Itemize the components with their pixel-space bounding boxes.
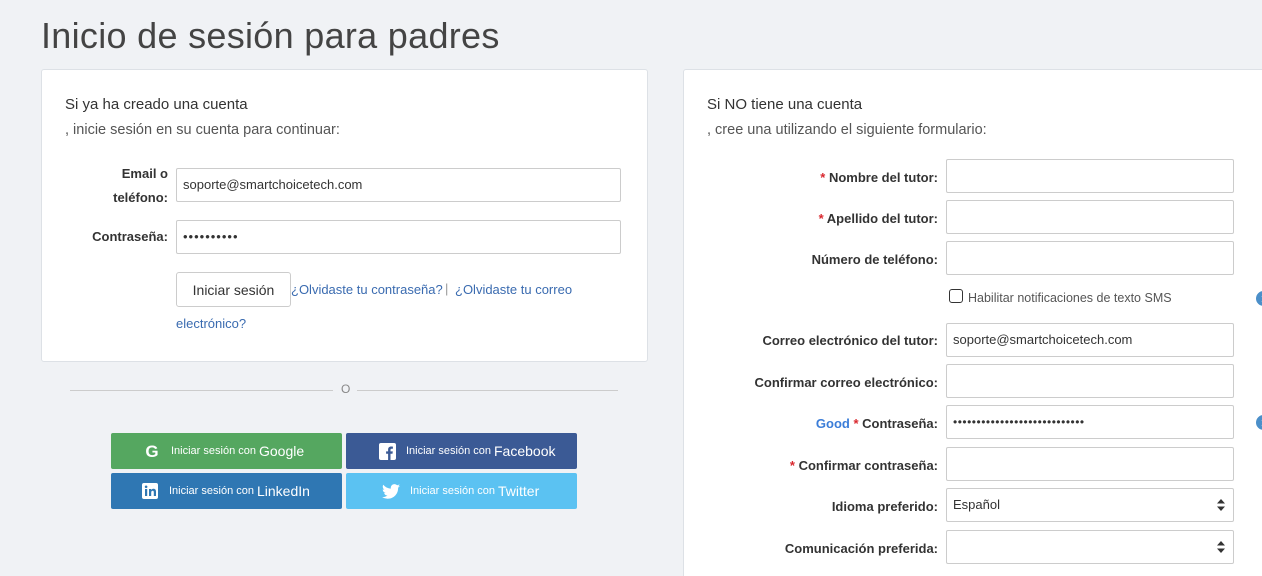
confirm-password-label: * Confirmar contraseña: — [724, 458, 938, 473]
twitter-icon — [380, 483, 402, 499]
language-label: Idioma preferido: — [831, 499, 938, 514]
email-label-line1: Email o — [121, 166, 168, 181]
communication-select[interactable] — [946, 530, 1234, 564]
language-select-value: Español — [953, 497, 1000, 512]
register-intro-heading: Si NO tiene una cuenta — [707, 96, 863, 113]
forgot-email-link[interactable]: ¿Olvidaste tu correo — [455, 282, 572, 297]
required-mark: * — [789, 458, 795, 473]
confirm-password-input[interactable] — [946, 447, 1234, 481]
register-panel: Si NO tiene una cuenta , cree una utiliz… — [683, 69, 1262, 576]
required-mark: * — [818, 211, 824, 226]
linkedin-login-prefix: Iniciar sesión con — [169, 485, 254, 497]
google-login-name: Google — [259, 443, 305, 459]
register-intro-subtext: , cree una utilizando el siguiente formu… — [707, 122, 987, 138]
divider-text: O — [341, 382, 351, 396]
language-select[interactable]: Español — [946, 488, 1234, 522]
divider-line-left — [70, 390, 333, 391]
linkedin-login-button[interactable]: Iniciar sesión con LinkedIn — [111, 473, 342, 509]
forgot-email-link-cont[interactable]: electrónico? — [176, 316, 246, 331]
facebook-login-prefix: Iniciar sesión con — [406, 445, 491, 457]
first-name-label: * Nombre del tutor: — [724, 170, 938, 185]
register-password-label: Good * Contraseña: — [724, 416, 938, 431]
login-intro-heading: Si ya ha creado una cuenta — [65, 96, 248, 113]
facebook-icon — [376, 442, 398, 460]
password-label: Contraseña: — [92, 229, 168, 244]
phone-input[interactable] — [946, 241, 1234, 275]
register-password-input[interactable]: •••••••••••••••••••••••••••• — [946, 405, 1234, 439]
page-title: Inicio de sesión para padres — [41, 15, 500, 56]
required-mark: * — [853, 416, 859, 431]
divider-line-right — [357, 390, 618, 391]
email-label-line2: teléfono: — [113, 190, 168, 205]
confirm-email-label: Confirmar correo electrónico: — [754, 375, 939, 390]
password-strength-indicator: Good — [815, 416, 850, 431]
email-input[interactable]: soporte@smartchoicetech.com — [176, 168, 621, 202]
facebook-login-name: Facebook — [494, 443, 556, 459]
sms-checkbox-label: Habilitar notificaciones de texto SMS — [968, 291, 1172, 305]
login-intro-subtext: , inicie sesión en su cuenta para contin… — [65, 122, 340, 138]
confirm-password-label-text: Confirmar contraseña: — [798, 458, 938, 473]
confirm-email-input[interactable] — [946, 364, 1234, 398]
guardian-email-label: Correo electrónico del tutor: — [762, 333, 938, 348]
twitter-login-button[interactable]: Iniciar sesión con Twitter — [346, 473, 577, 509]
communication-label: Comunicación preferida: — [784, 541, 938, 556]
twitter-login-name: Twitter — [498, 483, 540, 499]
last-name-input[interactable] — [946, 200, 1234, 234]
linkedin-login-name: LinkedIn — [257, 483, 310, 499]
select-arrows-icon — [1217, 541, 1225, 553]
phone-label: Número de teléfono: — [811, 252, 938, 267]
login-button[interactable]: Iniciar sesión — [176, 272, 291, 307]
sms-checkbox[interactable] — [949, 289, 963, 303]
guardian-email-input[interactable]: soporte@smartchoicetech.com — [946, 323, 1234, 357]
password-info-icon[interactable]: i — [1256, 415, 1262, 430]
facebook-login-button[interactable]: Iniciar sesión con Facebook — [346, 433, 577, 469]
password-input[interactable]: •••••••••• — [176, 220, 621, 254]
forgot-password-link[interactable]: ¿Olvidaste tu contraseña? — [291, 282, 443, 297]
link-separator: | — [445, 281, 449, 296]
svg-text:G: G — [145, 443, 158, 459]
sms-info-icon[interactable]: i — [1256, 291, 1262, 306]
last-name-label-text: Apellido del tutor: — [826, 211, 938, 226]
first-name-input[interactable] — [946, 159, 1234, 193]
login-panel: Si ya ha creado una cuenta , inicie sesi… — [41, 69, 648, 362]
twitter-login-prefix: Iniciar sesión con — [410, 485, 495, 497]
linkedin-icon — [139, 483, 161, 499]
select-arrows-icon — [1217, 499, 1225, 511]
google-login-button[interactable]: G Iniciar sesión con Google — [111, 433, 342, 469]
required-mark: * — [820, 170, 826, 185]
google-login-prefix: Iniciar sesión con — [171, 445, 256, 457]
first-name-label-text: Nombre del tutor: — [828, 170, 938, 185]
google-icon: G — [141, 443, 163, 459]
last-name-label: * Apellido del tutor: — [724, 211, 938, 226]
register-password-label-text: Contraseña: — [862, 416, 938, 431]
